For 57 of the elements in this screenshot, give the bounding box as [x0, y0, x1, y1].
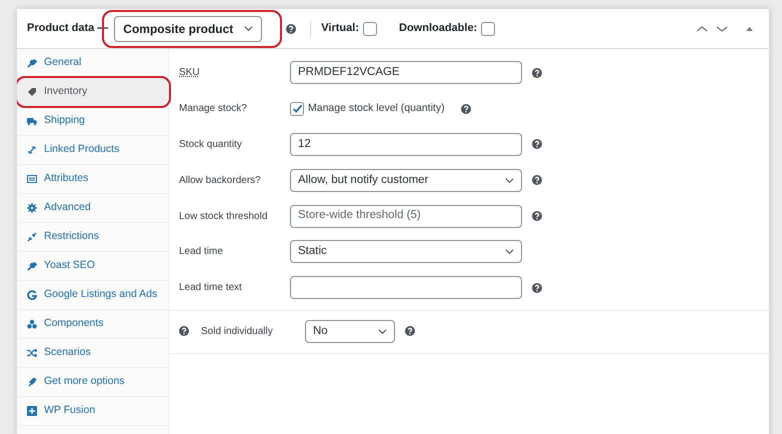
select-field[interactable]: Allow, but notify customer	[290, 168, 522, 192]
shuffle-icon	[27, 348, 37, 358]
sidebar-tab[interactable]: Shipping	[17, 107, 168, 136]
tag-icon	[27, 87, 37, 97]
wrench-icon	[27, 58, 37, 68]
collapse-icon[interactable]	[746, 26, 753, 31]
compress-arrows-icon	[27, 232, 37, 242]
field-label: Sold individually	[201, 324, 274, 339]
caret-icon	[505, 176, 514, 185]
checkbox[interactable]	[363, 22, 377, 36]
plus-square-icon	[27, 406, 37, 416]
option-label: Virtual:	[321, 21, 359, 36]
select-field[interactable]: No	[305, 320, 395, 343]
truck-icon	[27, 116, 37, 126]
checkbox-label: Manage stock level (quantity)	[308, 100, 445, 116]
chevron-up-icon[interactable]	[696, 24, 708, 34]
letter-g-icon	[27, 290, 37, 300]
option-label: Downloadable:	[399, 21, 478, 36]
sidebar-tab[interactable]: Yoast SEO	[17, 252, 168, 281]
input-field[interactable]: PRMDEF12VCAGE	[290, 61, 522, 84]
input-field[interactable]	[290, 276, 522, 300]
chevron-down-icon[interactable]	[716, 24, 728, 34]
sidebar-tab[interactable]: Attributes	[17, 165, 168, 194]
sidebar-tab[interactable]: Inventory	[17, 78, 168, 107]
sidebar-tab[interactable]: Get more options	[17, 368, 168, 397]
sidebar-tab[interactable]: Linked Products	[17, 136, 168, 165]
sidebar-tab[interactable]: Google Listings and Ads	[17, 281, 168, 310]
field-label: Lead time	[179, 245, 224, 260]
list-icon	[27, 174, 37, 184]
caret-icon	[378, 326, 387, 336]
gear-icon	[27, 203, 37, 213]
field-label: Lead time text	[179, 281, 243, 296]
help-icon	[405, 326, 415, 336]
product-type-select[interactable]: Composite product	[114, 16, 262, 42]
link-icon	[27, 145, 37, 155]
field-label: Manage stock?	[179, 102, 248, 116]
field-label: SKU	[179, 66, 201, 80]
sidebar-tab[interactable]: Advanced	[17, 194, 168, 223]
sidebar-tab[interactable]: Components	[17, 310, 168, 339]
field-label: Stock quantity	[179, 138, 243, 152]
sidebar-tab[interactable]: Scenarios	[17, 339, 168, 368]
help-icon	[179, 326, 189, 336]
sidebar-tab[interactable]: Restrictions	[17, 223, 168, 252]
select-field[interactable]: Static	[290, 240, 522, 264]
separator-line	[310, 20, 312, 36]
input-field[interactable]: Store-wide threshold (5)	[290, 204, 522, 228]
caret-icon	[244, 24, 254, 33]
input-field[interactable]: 12	[290, 132, 522, 156]
wrench-icon	[27, 261, 37, 271]
circles-icon	[27, 319, 37, 329]
checkbox[interactable]	[290, 102, 304, 116]
checkbox[interactable]	[481, 22, 496, 36]
sidebar-tab[interactable]: WP Fusion	[17, 397, 168, 426]
field-label: Allow backorders?	[179, 174, 262, 188]
field-label: Low stock threshold	[179, 210, 268, 224]
caret-icon	[505, 247, 514, 256]
plugin-icon	[27, 377, 37, 387]
